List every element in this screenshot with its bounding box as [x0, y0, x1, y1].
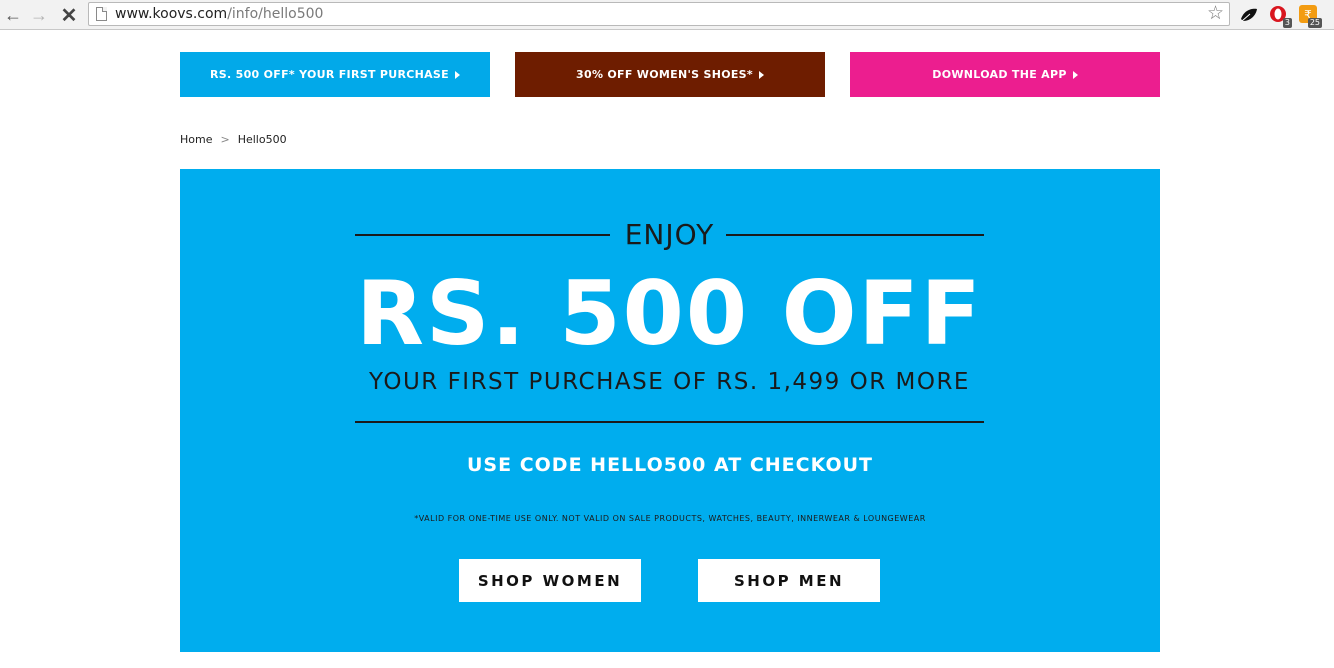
promo-download-app-button[interactable]: DOWNLOAD THE APP — [850, 52, 1160, 97]
url-path: /info/hello500 — [227, 6, 324, 22]
address-bar[interactable]: www.koovs.com/info/hello500 ☆ — [88, 2, 1230, 26]
caret-right-icon — [758, 70, 764, 79]
url-host: www.koovs.com — [115, 6, 228, 22]
caret-right-icon — [454, 70, 460, 79]
caret-right-icon — [1072, 70, 1078, 79]
breadcrumb-home-link[interactable]: Home — [180, 133, 212, 146]
leaf-extension-icon[interactable] — [1238, 4, 1260, 26]
breadcrumb-separator: > — [220, 133, 230, 146]
stop-icon[interactable]: ✕ — [58, 4, 80, 27]
fine-print: *VALID FOR ONE-TIME USE ONLY. NOT VALID … — [414, 514, 926, 523]
breadcrumb: Home > Hello500 — [180, 133, 287, 146]
promo-label: RS. 500 OFF* YOUR FIRST PURCHASE — [210, 68, 449, 81]
browser-toolbar: ← → ✕ www.koovs.com/info/hello500 ☆ 3 ₹ … — [0, 0, 1334, 30]
breadcrumb-current: Hello500 — [237, 133, 287, 146]
forward-arrow-icon[interactable]: → — [28, 4, 50, 26]
hero-banner: ENJOY RS. 500 OFF YOUR FIRST PURCHASE OF… — [180, 169, 1160, 652]
promo-label: 30% OFF WOMEN'S SHOES* — [576, 68, 753, 81]
opera-extension-icon[interactable]: 3 — [1268, 4, 1292, 28]
shop-men-button[interactable]: SHOP MEN — [698, 559, 880, 602]
shop-women-button[interactable]: SHOP WOMEN — [459, 559, 641, 602]
star-icon[interactable]: ☆ — [1207, 3, 1224, 25]
promo-first-purchase-button[interactable]: RS. 500 OFF* YOUR FIRST PURCHASE — [180, 52, 490, 97]
extension-badge: 3 — [1282, 18, 1292, 28]
eyebrow-row: ENJOY — [355, 219, 984, 251]
url-text[interactable]: www.koovs.com/info/hello500 — [115, 6, 323, 22]
offer-headline: RS. 500 OFF — [356, 262, 983, 365]
orange-extension-icon[interactable]: ₹ 25 — [1298, 4, 1322, 28]
promo-code-text: USE CODE HELLO500 AT CHECKOUT — [467, 454, 873, 476]
promo-label: DOWNLOAD THE APP — [932, 68, 1067, 81]
divider-line — [355, 421, 984, 423]
page-icon — [96, 7, 107, 21]
offer-subline: YOUR FIRST PURCHASE OF RS. 1,499 OR MORE — [369, 369, 970, 395]
back-arrow-icon[interactable]: ← — [2, 4, 24, 26]
extension-badge: 25 — [1307, 18, 1322, 28]
promo-womens-shoes-button[interactable]: 30% OFF WOMEN'S SHOES* — [515, 52, 825, 97]
divider-line — [726, 234, 984, 236]
